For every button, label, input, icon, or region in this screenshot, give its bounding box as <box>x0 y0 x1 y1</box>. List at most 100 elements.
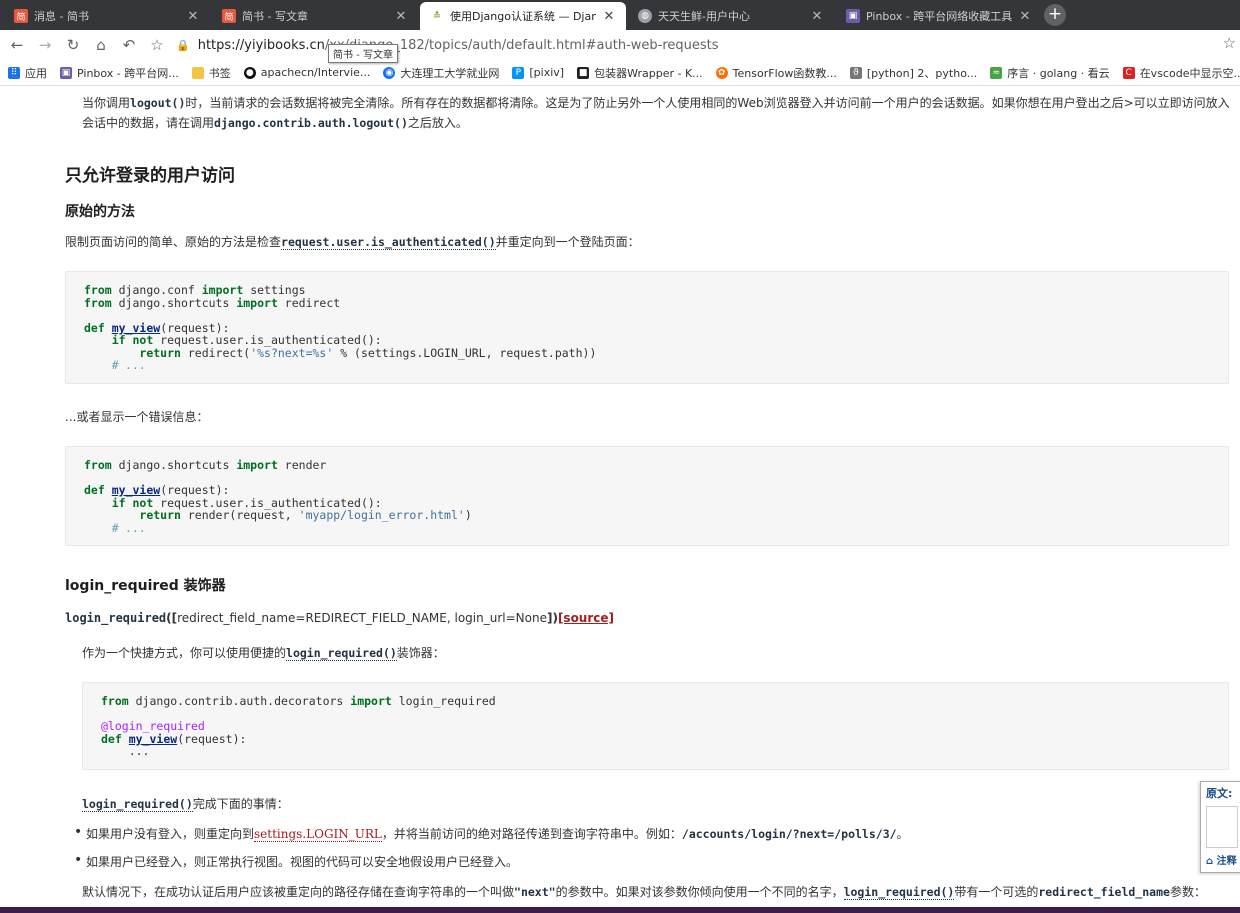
tab-tooltip: 简书 - 写文章 <box>328 44 398 63</box>
home-icon[interactable]: ⌂ <box>90 34 112 56</box>
text: 默认情况下，在成功认证后用户应该被重定向的路径存储在查询字符串的一个叫做 <box>82 885 515 899</box>
undo-icon[interactable]: ↶ <box>118 34 140 56</box>
django-icon: ≛ <box>430 9 444 23</box>
csdn-icon: C <box>1122 66 1135 79</box>
text: 带有一个可选的 <box>954 885 1039 899</box>
bookmark-apps[interactable]: ⠿ 应用 <box>8 65 47 81</box>
tab-jianshu-write[interactable]: 简 简书 - 写文章 ✕ <box>212 2 418 30</box>
code-login-required[interactable]: login_required() <box>82 797 193 812</box>
does-paragraph: login_required()完成下面的事情： <box>82 795 289 812</box>
text: 的参数中。如果对该参数你倾向使用一个不同的名字， <box>555 885 844 899</box>
intro-paragraph: 当你调用logout()时，当前请求的会话数据将被完全清除。所有存在的数据都将清… <box>82 93 1232 133</box>
text: 完成下面的事情： <box>192 797 289 811</box>
reload-icon[interactable]: ↻ <box>62 34 84 56</box>
sig-name: login_required <box>65 611 167 625</box>
tab-jianshu-messages[interactable]: 简 消息 - 简书 ✕ <box>4 2 210 30</box>
star-icon[interactable]: ☆ <box>1223 34 1236 52</box>
subsection-heading-raw: 原始的方法 <box>65 204 135 220</box>
bookmark-label: Pinbox - 跨平台网... <box>77 66 179 80</box>
bookmark-label: [python] 2、pytho... <box>866 66 978 80</box>
url-host: https://yiyibooks.cn <box>197 37 325 53</box>
sig-close: ]) <box>546 611 558 625</box>
globe-icon: ◍ <box>638 9 652 23</box>
python-icon: ϑ <box>849 66 862 79</box>
code-logout-full[interactable]: django.contrib.auth.logout() <box>214 116 408 130</box>
forward-icon[interactable]: → <box>34 34 56 56</box>
golang-icon: ≈ <box>990 66 1003 79</box>
tab-pinbox[interactable]: ▣ Pinbox - 跨平台网络收藏工具 ✕ <box>836 2 1042 30</box>
back-icon[interactable]: ← <box>6 34 28 56</box>
new-tab-button[interactable]: + <box>1044 4 1066 26</box>
close-icon[interactable]: ✕ <box>394 9 408 24</box>
code-example-url: /accounts/login/?next=/polls/3/ <box>681 827 897 841</box>
sig-args: redirect_field_name=REDIRECT_FIELD_NAME,… <box>177 611 547 625</box>
tab-user-center[interactable]: ◍ 天天生鲜-用户中心 ✕ <box>628 2 834 30</box>
text: 装饰器： <box>396 646 445 660</box>
code-logout[interactable]: logout() <box>130 96 185 110</box>
raw-way-paragraph: 限制页面访问的简单、原始的方法是检查request.user.is_authen… <box>65 233 640 250</box>
error-paragraph: ...或者显示一个错误信息： <box>65 410 209 424</box>
bookmark-tensorflow[interactable]: ✿ TensorFlow函数教... <box>715 65 837 81</box>
text: 之后放入。 <box>407 116 468 130</box>
close-icon[interactable]: ✕ <box>602 9 616 24</box>
close-icon[interactable]: ✕ <box>186 9 200 24</box>
tab-label: 简书 - 写文章 <box>242 10 308 23</box>
code-login-required[interactable]: login_required() <box>286 646 397 661</box>
tab-label: 消息 - 简书 <box>34 10 89 23</box>
apps-icon: ⠿ <box>8 66 20 79</box>
bookmark-python[interactable]: ϑ [python] 2、pytho... <box>849 65 978 81</box>
bookmark-pinbox[interactable]: ▣ Pinbox - 跨平台网... <box>60 65 179 81</box>
pixiv-icon: P <box>512 66 525 79</box>
bookmark-wrapper[interactable]: ■ 包装器Wrapper - K... <box>577 65 703 81</box>
text: 如果用户没有登入，则重定向到 <box>86 827 255 841</box>
panel-footer[interactable]: ⌂ 注释 <box>1201 850 1240 869</box>
bookmark-label: apachecn/Intervie... <box>260 66 371 79</box>
bookmark-label: 序言 · golang · 看云 <box>1007 66 1110 80</box>
default-paragraph: 默认情况下，在成功认证后用户应该被重定向的路径存储在查询字符串的一个叫做"nex… <box>82 883 1206 900</box>
tab-django-auth[interactable]: ≛ 使用Django认证系统 — Django ✕ <box>420 2 626 30</box>
code-login-required[interactable]: login_required() <box>843 885 955 900</box>
close-icon[interactable]: ✕ <box>810 9 824 24</box>
bookmark-vscode[interactable]: C 在vscode中显示空... <box>1122 65 1240 81</box>
bookmark-label: 应用 <box>25 66 47 80</box>
text: 。 <box>896 827 909 841</box>
code-is-authenticated[interactable]: request.user.is_authenticated() <box>281 235 496 250</box>
bookmark-label: 在vscode中显示空... <box>1139 66 1240 80</box>
page-content: 当你调用logout()时，当前请求的会话数据将被完全清除。所有存在的数据都将清… <box>0 87 1240 913</box>
bookmark-golang[interactable]: ≈ 序言 · golang · 看云 <box>990 65 1110 81</box>
bookmark-label: 大连理工大学就业网 <box>400 66 500 80</box>
annotation-input[interactable] <box>1206 806 1238 848</box>
sig-open: ([ <box>166 611 178 625</box>
text: 作为一个快捷方式，你可以使用便捷的 <box>82 646 287 660</box>
bookmark-folder[interactable]: 书签 <box>191 65 231 81</box>
subsection-heading-login-required: login_required 装饰器 <box>65 578 226 594</box>
dlut-icon: ◉ <box>383 66 396 79</box>
settings-login-url-link[interactable]: settings.LOGIN_URL <box>254 827 382 842</box>
tab-label: Pinbox - 跨平台网络收藏工具 <box>866 10 1012 23</box>
github-icon: ● <box>243 66 256 79</box>
bookmark-label: 包装器Wrapper - K... <box>594 66 703 80</box>
code-next: "next" <box>514 885 556 899</box>
section-heading: 只允许登录的用户访问 <box>65 166 235 186</box>
bookmark-github[interactable]: ● apachecn/Intervie... <box>243 66 371 79</box>
shortcut-paragraph: 作为一个快捷方式，你可以使用便捷的login_required()装饰器： <box>82 644 445 661</box>
browser-toolbar: ← → ↻ ⌂ ↶ ☆ 🔒 https://yiyibooks.cn/xx/dj… <box>0 30 1240 60</box>
lock-icon: 🔒 <box>176 38 190 52</box>
text: ，并将当前访问的绝对路径传递到查询字符串中。例如： <box>381 827 682 841</box>
code-block-render: from django.shortcuts import render def … <box>65 446 1229 546</box>
jianshu-icon: 简 <box>222 9 236 23</box>
taskbar <box>0 907 1240 913</box>
source-link[interactable]: [source] <box>558 611 614 625</box>
close-icon[interactable]: ✕ <box>1018 9 1032 24</box>
pinbox-icon: ▣ <box>846 9 860 23</box>
bookmark-label: [pixiv] <box>529 66 565 79</box>
bookmark-dlut[interactable]: ◉ 大连理工大学就业网 <box>383 65 499 81</box>
list-item: 如果用户没有登入，则重定向到settings.LOGIN_URL，并将当前访问的… <box>74 824 909 842</box>
text: 限制页面访问的简单、原始的方法是检查 <box>65 235 282 249</box>
bookmark-pixiv[interactable]: P [pixiv] <box>512 66 564 79</box>
text: 并重定向到一个登陆页面： <box>495 235 640 249</box>
bookmark-star-icon[interactable]: ☆ <box>146 34 168 56</box>
code-block-decorator: from django.contrib.auth.decorators impo… <box>82 682 1229 770</box>
home-icon: ⌂ <box>1206 856 1217 867</box>
panel-title: 原文: <box>1206 787 1233 800</box>
